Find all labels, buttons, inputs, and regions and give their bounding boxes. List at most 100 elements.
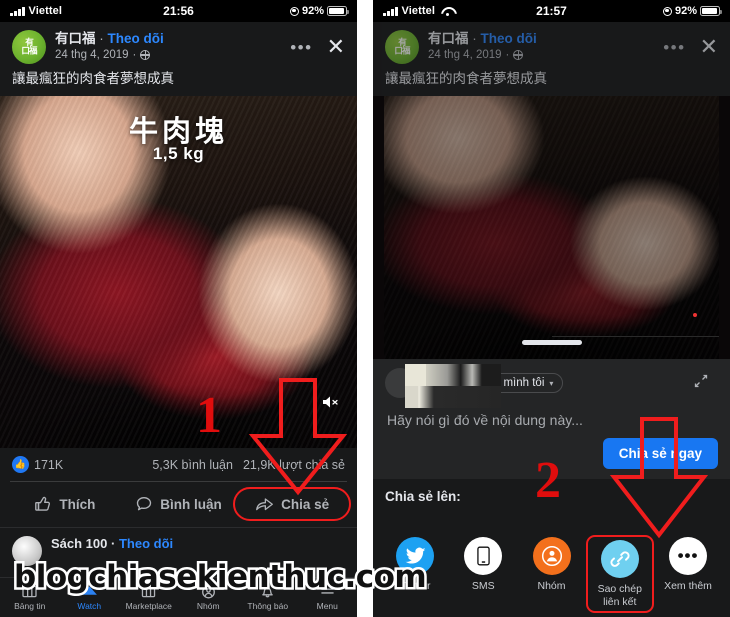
panel-divider xyxy=(357,0,373,617)
share-target-more[interactable]: ••• Xem thêm xyxy=(656,536,720,593)
battery-percent-label: 92% xyxy=(301,5,324,17)
nav-item-groups[interactable]: Nhóm xyxy=(179,584,239,611)
post-meta: 24 thg 4, 2019 · xyxy=(55,49,281,61)
share-target-sms[interactable]: SMS xyxy=(451,536,515,593)
nav-label: Watch xyxy=(77,601,102,611)
more-dots-icon: ••• xyxy=(669,536,707,575)
share-target-label: Xem thêm xyxy=(664,579,712,592)
close-icon[interactable]: ✕ xyxy=(700,36,718,58)
share-to-section: Chia sẻ lên: xyxy=(373,479,730,509)
meta-separator: · xyxy=(505,48,510,61)
post-media-left[interactable]: 牛肉塊 1,5 kg xyxy=(0,96,357,449)
avatar-glyph-bottom: 口福 xyxy=(394,46,410,56)
composer-placeholder[interactable]: Hãy nói gì đó về nội dung này... xyxy=(385,398,718,432)
post-header-left: 有 口福 有口福 · Theo dõi 24 thg 4, 2019 · •••… xyxy=(0,22,357,97)
share-target-copy-link[interactable]: Sao chép liên kết xyxy=(585,534,654,614)
audience-chip[interactable]: Chỉ mình tôi ▾ xyxy=(460,373,564,394)
nav-item-news-feed[interactable]: Bảng tin xyxy=(0,584,60,611)
chevron-down-icon: ▾ xyxy=(438,378,443,388)
groups-icon xyxy=(201,584,216,599)
video-frame-image xyxy=(384,96,719,360)
share-now-button[interactable]: Chia sẻ ngay xyxy=(602,438,718,470)
location-services-icon xyxy=(662,6,672,16)
next-post-follow-link[interactable]: Theo dõi xyxy=(119,536,173,551)
post-meta: 24 thg 4, 2019 · xyxy=(428,49,654,61)
page-name-row: 有口福 · Theo dõi xyxy=(428,31,654,48)
page-name: 有口福 xyxy=(55,31,96,46)
post-media-right[interactable] xyxy=(373,96,730,360)
next-post-preview[interactable]: Sách 100 · Theo dõi xyxy=(0,527,357,575)
phone-screen-left: Viettel 21:56 92% 有 口福 有口福 · Theo dõi 24… xyxy=(0,0,357,617)
comment-count-label[interactable]: 5,3K bình luận xyxy=(152,458,233,472)
nav-label: Nhóm xyxy=(196,601,220,611)
share-target-label: Nhóm xyxy=(537,579,566,592)
post-date: 24 thg 4, 2019 xyxy=(428,48,502,61)
globe-icon xyxy=(513,49,524,60)
globe-icon xyxy=(140,49,151,60)
nav-item-notifications[interactable]: Thông báo xyxy=(238,584,298,611)
marketplace-storefront-icon xyxy=(141,584,156,599)
progress-track xyxy=(551,336,719,338)
destination-chip[interactable]: ▾ xyxy=(423,374,453,392)
page-avatar[interactable]: 有 口福 xyxy=(385,30,419,64)
next-post-avatar xyxy=(12,536,42,567)
name-separator: · xyxy=(99,31,104,46)
phone-screen-right: Viettel 21:57 92% 有 口福 有口福 · Theo dõi 24… xyxy=(373,0,730,617)
nav-item-marketplace[interactable]: Marketplace xyxy=(119,584,179,611)
chevron-down-icon: ▾ xyxy=(549,378,554,388)
sms-phone-icon xyxy=(464,536,503,575)
wifi-icon xyxy=(441,7,453,16)
scrubber-handle[interactable] xyxy=(521,340,582,346)
nav-item-watch[interactable]: Watch xyxy=(60,584,120,611)
muted-speaker-icon[interactable] xyxy=(322,395,339,412)
share-target-label: Twitter xyxy=(399,579,431,592)
carrier-label: Viettel xyxy=(28,5,63,17)
copy-link-chain-icon xyxy=(600,539,639,578)
close-icon[interactable]: ✕ xyxy=(327,36,345,58)
nav-label: Thông báo xyxy=(247,601,289,611)
location-services-icon xyxy=(289,6,299,16)
battery-icon xyxy=(700,6,722,16)
signal-bars-icon xyxy=(10,6,25,16)
status-bar-left: Viettel 21:56 92% xyxy=(0,0,357,22)
share-target-groups[interactable]: Nhóm xyxy=(520,536,584,593)
lock-icon xyxy=(470,377,479,388)
more-options-icon[interactable]: ••• xyxy=(663,39,685,56)
like-count-label: 171K xyxy=(34,457,64,472)
more-options-icon[interactable]: ••• xyxy=(290,39,312,56)
share-count-label[interactable]: 21,9K lượt chia sẻ xyxy=(243,458,345,472)
twitter-bird-icon xyxy=(396,536,434,575)
share-button-label: Chia sẻ xyxy=(281,496,330,512)
expand-icon[interactable] xyxy=(694,374,708,388)
post-header-right: 有 口福 有口福 · Theo dõi 24 thg 4, 2019 · •••… xyxy=(373,22,730,97)
audience-chip-label: Chỉ mình tôi xyxy=(483,377,545,390)
avatar-glyph-bottom: 口福 xyxy=(21,46,37,56)
follow-link[interactable]: Theo dõi xyxy=(108,31,164,46)
post-action-bar: Thích Bình luận Chia sẻ xyxy=(0,482,357,528)
nav-label: Marketplace xyxy=(125,601,172,611)
nav-label: Bảng tin xyxy=(14,601,46,611)
groups-icon xyxy=(532,536,571,575)
share-target-label: SMS xyxy=(471,579,495,592)
thumbs-up-filled-icon: 👍 xyxy=(12,456,29,474)
reaction-count[interactable]: 👍 171K xyxy=(12,456,64,474)
page-name-row: 有口福 · Theo dõi xyxy=(55,31,281,48)
share-target-label-line1: Sao chép xyxy=(597,582,642,595)
meta-separator: · xyxy=(132,48,137,61)
next-post-name: Sách 100 xyxy=(51,536,108,552)
share-target-twitter[interactable]: Twitter xyxy=(383,536,447,593)
comment-button-label: Bình luận xyxy=(160,496,222,512)
comment-button[interactable]: Bình luận xyxy=(122,489,236,519)
engagement-counts-row: 👍 171K 5,3K bình luận 21,9K lượt chia sẻ xyxy=(0,448,357,482)
name-separator: · xyxy=(472,31,477,46)
nav-item-menu[interactable]: Menu xyxy=(298,584,358,611)
share-targets-row: Twitter SMS Nhóm Sao chép liên kết ••• X… xyxy=(373,530,730,614)
notifications-bell-icon xyxy=(260,584,275,599)
news-feed-icon xyxy=(22,584,37,599)
share-button[interactable]: Chia sẻ xyxy=(233,487,352,522)
page-avatar[interactable]: 有 口福 xyxy=(12,30,46,64)
next-post-name-row: Sách 100 · Theo dõi xyxy=(51,536,173,551)
like-button[interactable]: Thích xyxy=(8,489,122,519)
follow-link[interactable]: Theo dõi xyxy=(481,31,537,46)
battery-icon xyxy=(327,6,349,16)
